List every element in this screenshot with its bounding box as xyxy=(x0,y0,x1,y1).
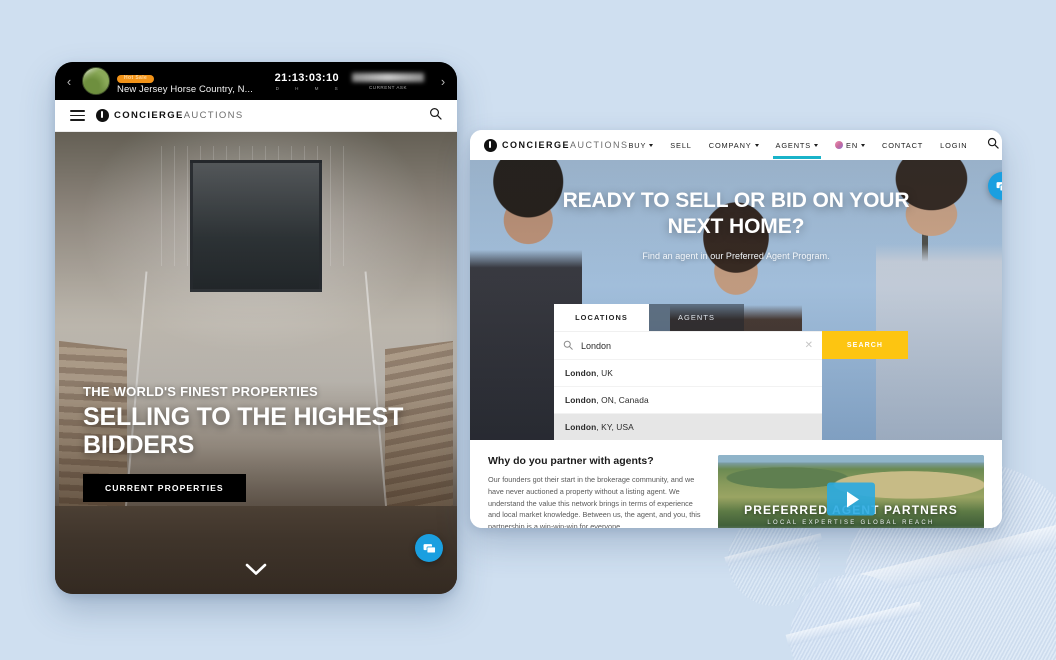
countdown-unit-hours: H xyxy=(295,85,299,91)
hero-overlay xyxy=(55,132,457,594)
search-icon xyxy=(563,337,573,355)
search-input[interactable]: London xyxy=(581,341,797,351)
brand-bold: CONCIERGE xyxy=(114,110,184,121)
search-icon[interactable] xyxy=(987,136,1000,154)
partner-text-block: Why do you partner with agents? Our foun… xyxy=(488,455,704,528)
suggestion-item[interactable]: London, UK xyxy=(554,359,822,386)
desktop-device-mockup: CONCIERGEAUCTIONS BUY SELL COMPANY AGENT… xyxy=(470,130,1002,528)
nav-item-sell[interactable]: SELL xyxy=(670,133,691,158)
play-icon[interactable] xyxy=(827,482,875,516)
hero-copy: READY TO SELL OR BID ON YOUR NEXT HOME? … xyxy=(470,188,1002,261)
hero-headline: READY TO SELL OR BID ON YOUR NEXT HOME? xyxy=(562,189,910,239)
chevron-down-icon xyxy=(861,143,866,147)
brand-logo[interactable]: CONCIERGEAUCTIONS xyxy=(96,109,244,122)
nav-item-agents[interactable]: AGENTS xyxy=(772,133,821,159)
nav-item-buy[interactable]: BUY xyxy=(629,133,654,158)
hero-headline: SELLING TO THE HIGHEST BIDDERS xyxy=(83,403,404,459)
nav-item-login[interactable]: LOGIN xyxy=(940,133,967,158)
video-subtitle: LOCAL EXPERTISE GLOBAL REACH xyxy=(767,520,935,526)
concierge-mark-icon xyxy=(96,109,109,122)
countdown-value: 21:13:03:10 xyxy=(274,71,339,84)
ticker-listing-info: Hot Sale New Jersey Horse Country, N... xyxy=(117,67,268,95)
brand-light: AUCTIONS xyxy=(183,110,244,121)
mobile-hero-section: THE WORLD'S FINEST PROPERTIES SELLING TO… xyxy=(55,132,457,594)
countdown-unit-minutes: M xyxy=(314,85,319,91)
listing-title[interactable]: New Jersey Horse Country, N... xyxy=(117,85,268,95)
brand-wordmark: CONCIERGEAUCTIONS xyxy=(114,110,244,121)
section-body: Our founders got their start in the brok… xyxy=(488,475,701,528)
nav-label: COMPANY xyxy=(708,140,752,150)
chevron-down-icon[interactable] xyxy=(245,563,267,576)
close-icon[interactable]: ✕ xyxy=(805,340,813,351)
suggestion-item[interactable]: London, ON, Canada xyxy=(554,386,822,413)
brand-logo[interactable]: CONCIERGEAUCTIONS xyxy=(484,138,629,152)
current-ask-block: CURRENT ASK xyxy=(346,72,430,90)
countdown-unit-seconds: S xyxy=(334,85,338,91)
nav-label: CONTACT xyxy=(882,140,924,150)
partner-section: Why do you partner with agents? Our foun… xyxy=(470,440,1002,528)
mobile-device-mockup: ‹ Hot Sale New Jersey Horse Country, N..… xyxy=(55,62,457,594)
suggestion-rest: , UK xyxy=(596,368,613,378)
nav-label: BUY xyxy=(628,140,647,150)
chevron-down-icon xyxy=(814,143,819,147)
search-button[interactable]: SEARCH xyxy=(822,331,908,359)
chevron-down-icon xyxy=(649,143,654,147)
current-ask-label: CURRENT ASK xyxy=(368,84,408,90)
search-tabs: LOCATIONS AGENTS xyxy=(554,304,908,331)
video-card[interactable]: PREFERRED AGENT PARTNERS LOCAL EXPERTISE… xyxy=(718,455,984,528)
decorative-circle-medium xyxy=(785,574,923,660)
decorative-band xyxy=(785,600,923,646)
chevron-down-icon xyxy=(754,143,759,147)
desktop-hero-section: READY TO SELL OR BID ON YOUR NEXT HOME? … xyxy=(470,160,1002,440)
decorative-texture xyxy=(790,574,918,660)
search-row: London ✕ SEARCH xyxy=(554,331,908,359)
hero-copy: THE WORLD'S FINEST PROPERTIES SELLING TO… xyxy=(83,384,433,502)
nav-item-contact[interactable]: CONTACT xyxy=(882,133,923,158)
nav-label: EN xyxy=(846,140,859,150)
brand-light: AUCTIONS xyxy=(570,140,629,150)
countdown-units: D H M S xyxy=(275,84,339,91)
suggestion-match: London xyxy=(565,395,597,405)
chat-bubble-icon[interactable] xyxy=(415,534,443,562)
brand-wordmark: CONCIERGEAUCTIONS xyxy=(502,140,629,150)
globe-icon xyxy=(835,141,844,149)
desktop-navbar: CONCIERGEAUCTIONS BUY SELL COMPANY AGENT… xyxy=(470,130,1002,160)
suggestion-rest: , ON, Canada xyxy=(596,395,649,405)
current-properties-button[interactable]: CURRENT PROPERTIES xyxy=(83,474,246,502)
section-title: Why do you partner with agents? xyxy=(488,455,654,467)
concierge-mark-icon xyxy=(484,138,497,152)
search-widget: LOCATIONS AGENTS London ✕ SEARCH London,… xyxy=(554,304,908,440)
current-ask-value xyxy=(352,72,424,82)
tab-agents[interactable]: AGENTS xyxy=(649,304,744,331)
desktop-nav-menu: BUY SELL COMPANY AGENTS EN CONTACT LOGIN xyxy=(629,133,1000,159)
mobile-navbar: CONCIERGEAUCTIONS xyxy=(55,100,457,132)
auction-ticker-bar: ‹ Hot Sale New Jersey Horse Country, N..… xyxy=(55,62,457,100)
countdown-timer: 21:13:03:10 D H M S xyxy=(275,72,339,91)
suggestion-match: London xyxy=(565,422,597,432)
nav-label: LOGIN xyxy=(940,140,968,150)
nav-item-company[interactable]: COMPANY xyxy=(709,133,759,158)
ticker-prev-button[interactable]: ‹ xyxy=(63,74,75,89)
listing-thumbnail[interactable] xyxy=(82,67,110,95)
hero-eyebrow: THE WORLD'S FINEST PROPERTIES xyxy=(83,384,318,399)
hamburger-icon[interactable] xyxy=(70,110,85,121)
suggestion-match: London xyxy=(565,368,597,378)
brand-bold: CONCIERGE xyxy=(502,140,571,150)
countdown-unit-days: D xyxy=(275,85,280,91)
search-icon[interactable] xyxy=(429,107,442,125)
suggestion-rest: , KY, USA xyxy=(596,422,634,432)
search-suggestions: London, UK London, ON, Canada London, KY… xyxy=(554,359,822,440)
nav-item-language[interactable]: EN xyxy=(835,133,866,158)
nav-label: AGENTS xyxy=(775,140,812,150)
nav-label: SELL xyxy=(670,140,692,150)
search-field[interactable]: London ✕ xyxy=(554,331,822,359)
tab-locations[interactable]: LOCATIONS xyxy=(554,304,649,331)
decorative-band xyxy=(724,533,824,566)
hot-sale-badge: Hot Sale xyxy=(117,74,155,83)
suggestion-item[interactable]: London, KY, USA xyxy=(554,413,822,440)
ticker-next-button[interactable]: › xyxy=(437,74,449,89)
hero-subhead: Find an agent in our Preferred Agent Pro… xyxy=(642,251,830,262)
